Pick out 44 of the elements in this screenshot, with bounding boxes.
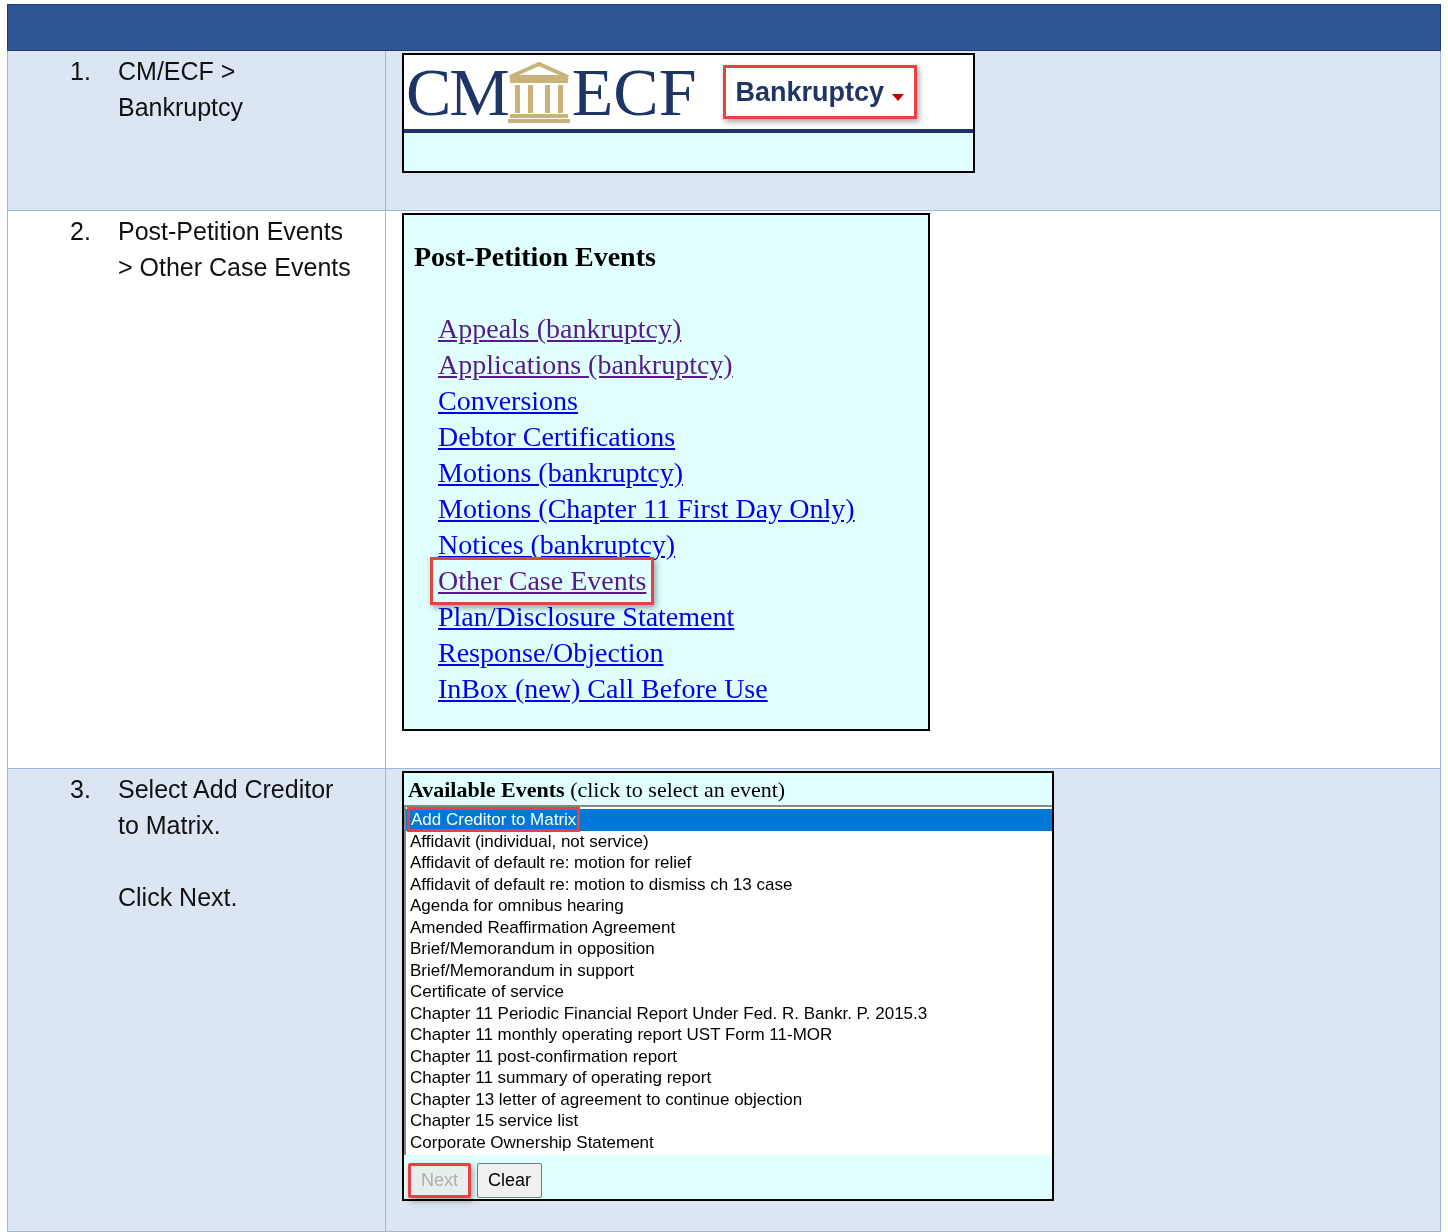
menu-link[interactable]: Applications (bankruptcy) [438, 347, 733, 383]
step-number: 2. [69, 216, 92, 247]
instruction-text: Bankruptcy [118, 92, 244, 123]
menu-link[interactable]: Debtor Certifications [438, 419, 676, 455]
event-option[interactable]: Chapter 15 service list [406, 1110, 1052, 1132]
event-option[interactable]: Brief/Memorandum in support [406, 959, 1052, 981]
events-listbox[interactable] [404, 805, 1052, 1155]
menu-link[interactable]: Motions (bankruptcy) [438, 455, 683, 491]
event-option[interactable]: Brief/Memorandum in opposition [406, 938, 1052, 960]
event-option[interactable]: Agenda for omnibus hearing [406, 895, 1052, 917]
menu-link[interactable]: Motions (Chapter 11 First Day Only) [438, 491, 855, 527]
step-number: 3. [69, 774, 92, 805]
event-option[interactable]: Amended Reaffirmation Agreement [406, 916, 1052, 938]
event-option[interactable]: Affidavit of default re: motion for relief [406, 852, 1052, 874]
instruction-text: to Matrix. [118, 810, 222, 841]
menu-link[interactable]: Conversions [438, 383, 578, 419]
event-option[interactable]: Chapter 11 summary of operating report [406, 1067, 1052, 1089]
menu-link[interactable]: Appeals (bankruptcy) [438, 311, 682, 347]
event-option[interactable]: Chapter 11 monthly operating report UST Form 11-MOR [406, 1024, 1052, 1046]
event-option[interactable]: Affidavit of default re: motion to dismiss ch 13 case [406, 873, 1052, 895]
event-option[interactable]: Affidavit (individual, not service) [406, 830, 1052, 852]
courthouse-icon [507, 61, 570, 123]
instruction-text: Click Next. [118, 882, 239, 913]
instruction-text: CM/ECF > [118, 56, 237, 87]
event-option[interactable]: Certificate of service [406, 981, 1052, 1003]
event-option[interactable]: Corporate Ownership Statement [406, 1131, 1052, 1153]
step-number: 1. [69, 56, 92, 87]
events-heading: Available Events (click to select an event) [407, 776, 787, 804]
menu-button[interactable]: Bankruptcy [722, 64, 918, 120]
instruction-text: Post-Petition Events [118, 216, 345, 247]
event-option[interactable]: Chapter 13 letter of agreement to continue objection [406, 1088, 1052, 1110]
event-option[interactable]: Chapter 11 Periodic Financial Report Under Fed. R. Bankr. P. 2015.3 [406, 1002, 1052, 1024]
event-option[interactable]: Chapter 11 post-confirmation report [406, 1045, 1052, 1067]
caret-icon [892, 93, 905, 101]
form-button[interactable]: Clear [477, 1163, 543, 1198]
instruction-text: > Other Case Events [118, 252, 351, 283]
logo-text: ECF [571, 58, 697, 126]
menu-link[interactable]: Response/Objection [438, 635, 664, 671]
menu-title: Post-Petition Events [414, 240, 657, 274]
menu-link[interactable]: InBox (new) Call Before Use [438, 671, 768, 707]
instruction-text: Select Add Creditor [118, 774, 334, 805]
menu-link[interactable]: Other Case Events [430, 557, 655, 605]
event-option[interactable]: Add Creditor to Matrix [406, 809, 1052, 831]
logo-text: CM [406, 58, 508, 126]
